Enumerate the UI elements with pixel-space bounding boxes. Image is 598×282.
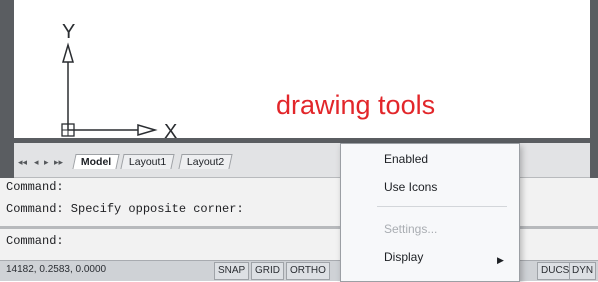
tab-layout2[interactable]: Layout2 (178, 154, 233, 169)
command-input-line[interactable]: Command: (6, 234, 64, 248)
drawing-tools-annotation: drawing tools (276, 90, 436, 120)
first-tab-icon[interactable]: ◂◂ (18, 157, 27, 168)
ducs-toggle-button[interactable]: DUCS (537, 262, 574, 280)
x-axis-label: X (164, 121, 177, 140)
submenu-arrow-icon: ▶ (497, 255, 504, 265)
dyn-toggle-button[interactable]: DYN (569, 262, 597, 280)
menu-item-enabled[interactable]: Enabled (384, 152, 428, 166)
command-history-line: Command: Specify opposite corner: (6, 202, 244, 216)
tab-layout1[interactable]: Layout1 (120, 154, 175, 169)
drawing-frame-right (590, 0, 598, 190)
menu-item-use-icons[interactable]: Use Icons (384, 180, 437, 194)
snap-toggle-button[interactable]: SNAP (214, 262, 250, 280)
y-axis-label: Y (62, 21, 75, 43)
ucs-icon: Y X (61, 21, 177, 140)
menu-separator (377, 206, 507, 207)
menu-item-display[interactable]: Display (384, 250, 423, 264)
grid-toggle-button[interactable]: GRID (251, 262, 284, 280)
next-tab-icon[interactable]: ▸ (44, 157, 49, 168)
tab-model[interactable]: Model (72, 154, 120, 169)
coordinate-readout: 14182, 0.2583, 0.0000 (6, 264, 107, 275)
ortho-toggle-button[interactable]: ORTHO (286, 262, 330, 280)
last-tab-icon[interactable]: ▸▸ (54, 157, 63, 168)
menu-item-settings: Settings... (384, 222, 438, 236)
command-history-line: Command: (6, 180, 64, 194)
drawing-tools-context-menu: Enabled Use Icons Settings... Display ▶ (340, 143, 520, 282)
previous-tab-icon[interactable]: ◂ (34, 157, 39, 168)
